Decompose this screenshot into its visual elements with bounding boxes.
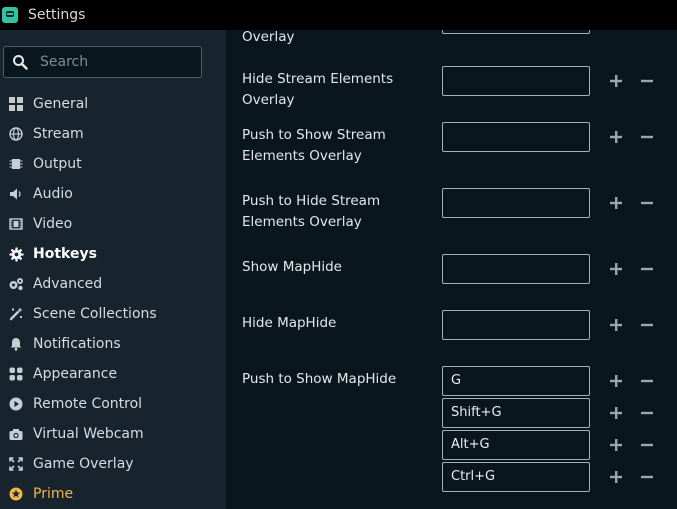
sidebar-item-appearance[interactable]: Appearance — [0, 359, 226, 389]
remove-binding-button[interactable] — [639, 129, 655, 145]
sidebar-item-label: Scene Collections — [33, 306, 157, 322]
remove-binding-button[interactable] — [639, 437, 655, 453]
hotkey-input[interactable]: Shift+G — [442, 398, 590, 428]
add-binding-button[interactable] — [608, 261, 624, 277]
hotkeys-panel: Overlay Hide Stream Elements Overlay Pus… — [226, 30, 677, 509]
play-circle-icon — [8, 396, 24, 412]
add-binding-button[interactable] — [608, 129, 624, 145]
window-title: Settings — [28, 7, 86, 23]
sidebar-item-label: Prime — [33, 486, 74, 502]
app-logo-icon — [2, 7, 18, 23]
settings-nav: General Stream Output Audio Video Hotkey… — [0, 89, 226, 509]
search-icon — [12, 52, 32, 72]
remove-binding-button[interactable] — [639, 469, 655, 485]
search-box[interactable] — [3, 46, 202, 78]
add-binding-button[interactable] — [608, 73, 624, 89]
sidebar: General Stream Output Audio Video — [0, 30, 226, 509]
remove-binding-button[interactable] — [639, 261, 655, 277]
hotkey-input[interactable] — [442, 30, 590, 34]
hotkey-label: Push to Hide Stream Elements Overlay — [242, 193, 381, 230]
sidebar-item-audio[interactable]: Audio — [0, 179, 226, 209]
wand-icon — [8, 306, 24, 322]
gears-icon — [8, 276, 24, 292]
hotkey-input[interactable]: Alt+G — [442, 430, 590, 460]
hotkey-input[interactable] — [442, 254, 590, 284]
camera-icon — [8, 426, 24, 442]
sidebar-item-label: Video — [33, 216, 73, 232]
sidebar-item-label: Output — [33, 156, 82, 172]
sidebar-item-label: Appearance — [33, 366, 118, 382]
globe-icon — [8, 126, 24, 142]
add-binding-button[interactable] — [608, 195, 624, 211]
add-binding-button[interactable] — [608, 373, 624, 389]
remove-binding-button[interactable] — [639, 195, 655, 211]
sidebar-item-label: Game Overlay — [33, 456, 134, 472]
sidebar-item-game-overlay[interactable]: Game Overlay — [0, 449, 226, 479]
remove-binding-button[interactable] — [639, 317, 655, 333]
sidebar-item-notifications[interactable]: Notifications — [0, 329, 226, 359]
remove-binding-button[interactable] — [639, 373, 655, 389]
add-binding-button[interactable] — [608, 317, 624, 333]
hotkey-label: Push to Show Stream Elements Overlay — [242, 127, 386, 164]
add-binding-button[interactable] — [608, 469, 624, 485]
sidebar-item-label: Remote Control — [33, 396, 143, 412]
hotkey-input[interactable] — [442, 66, 590, 96]
speaker-icon — [8, 186, 24, 202]
sidebar-item-remote-control[interactable]: Remote Control — [0, 389, 226, 419]
star-icon — [8, 486, 24, 502]
sidebar-item-stream[interactable]: Stream — [0, 119, 226, 149]
add-binding-button[interactable] — [608, 437, 624, 453]
sidebar-item-scene-collections[interactable]: Scene Collections — [0, 299, 226, 329]
hotkey-input[interactable] — [442, 122, 590, 152]
sidebar-item-label: General — [33, 96, 89, 112]
expand-icon — [8, 456, 24, 472]
sidebar-item-label: Notifications — [33, 336, 121, 352]
gear-icon — [8, 246, 24, 262]
remove-binding-button[interactable] — [639, 405, 655, 421]
search-input[interactable] — [40, 54, 190, 70]
sidebar-item-prime[interactable]: Prime — [0, 479, 226, 509]
add-binding-button[interactable] — [608, 405, 624, 421]
chip-icon — [8, 156, 24, 172]
hotkey-label: Push to Show MapHide — [242, 371, 397, 387]
sidebar-item-label: Hotkeys — [33, 246, 97, 262]
hotkey-label: Show MapHide — [242, 259, 342, 275]
hotkey-input[interactable]: G — [442, 366, 590, 396]
hotkey-input[interactable] — [442, 310, 590, 340]
sidebar-item-label: Advanced — [33, 276, 103, 292]
film-icon — [8, 216, 24, 232]
hotkey-input[interactable]: Ctrl+G — [442, 462, 590, 492]
sidebar-item-video[interactable]: Video — [0, 209, 226, 239]
sidebar-item-hotkeys[interactable]: Hotkeys — [0, 239, 226, 269]
sidebar-item-advanced[interactable]: Advanced — [0, 269, 226, 299]
palette-icon — [8, 366, 24, 382]
sidebar-item-output[interactable]: Output — [0, 149, 226, 179]
sidebar-item-label: Audio — [33, 186, 73, 202]
sidebar-item-virtual-webcam[interactable]: Virtual Webcam — [0, 419, 226, 449]
general-icon — [8, 96, 24, 112]
sidebar-item-label: Virtual Webcam — [33, 426, 144, 442]
remove-binding-button[interactable] — [639, 73, 655, 89]
hotkey-input[interactable] — [442, 188, 590, 218]
hotkey-label: Hide MapHide — [242, 315, 337, 331]
sidebar-item-label: Stream — [33, 126, 84, 142]
hotkey-label: Hide Stream Elements Overlay — [242, 71, 394, 108]
title-bar: Settings — [0, 0, 677, 30]
hotkey-label: Overlay — [242, 30, 295, 45]
sidebar-item-general[interactable]: General — [0, 89, 226, 119]
bell-icon — [8, 336, 24, 352]
